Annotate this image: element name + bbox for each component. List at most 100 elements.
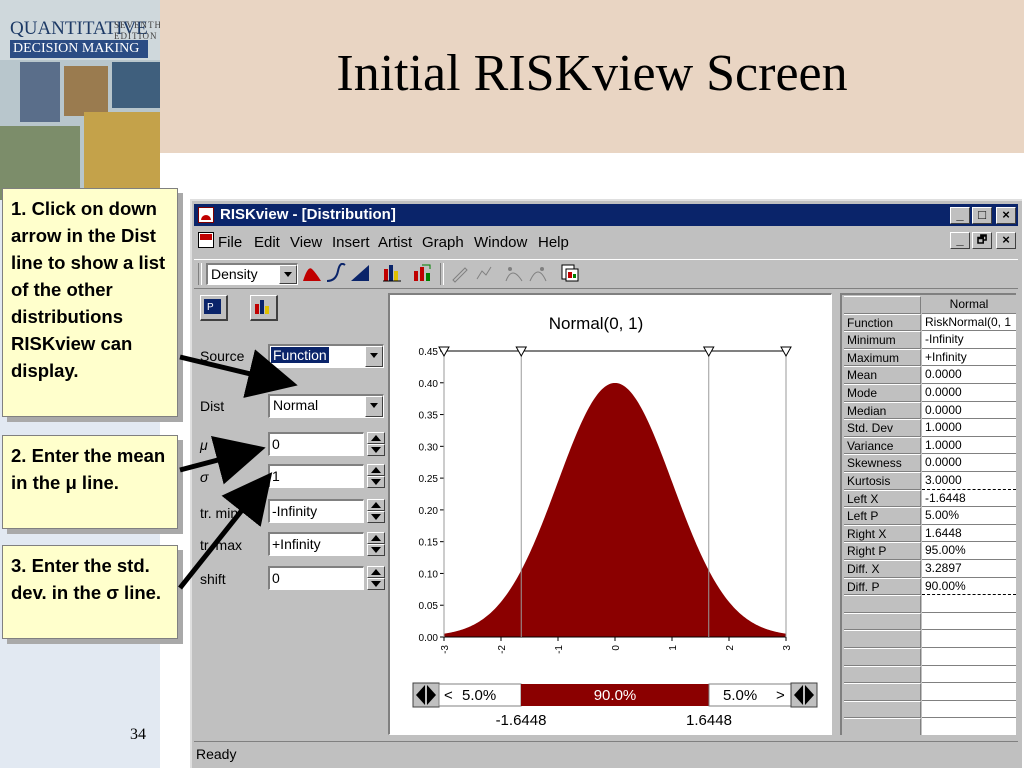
stats-row-value[interactable]: 95.00% [922, 542, 1016, 560]
distribution-chart[interactable]: Normal(0, 1) 0.00 0.05 0.10 0.15 0.20 0.25 0.3… [390, 295, 830, 733]
maximize-button[interactable]: □ [972, 207, 992, 224]
stats-empty-row [844, 700, 1016, 719]
stats-column-header[interactable]: Normal [922, 296, 1016, 314]
spin-up-icon[interactable] [367, 532, 385, 544]
spin-down-icon[interactable] [367, 444, 385, 456]
mu-spinner[interactable] [367, 432, 385, 456]
stats-row-value[interactable]: 5.00% [922, 507, 1016, 525]
chevron-down-icon[interactable] [365, 396, 383, 417]
copy-to-excel-icon[interactable] [560, 263, 580, 283]
parameter-panel: P Source Function Dist Normal μ 0 σ 1 tr… [194, 291, 385, 751]
spin-up-icon[interactable] [367, 464, 385, 476]
overlay-chart-icon[interactable] [412, 263, 432, 283]
spin-down-icon[interactable] [367, 511, 385, 523]
mu-label: μ [200, 437, 208, 453]
stats-row-value[interactable]: 0.0000 [922, 366, 1016, 384]
stats-row-value[interactable]: 1.0000 [922, 419, 1016, 437]
stats-row-value[interactable] [922, 700, 1016, 719]
stats-empty-row [844, 683, 1016, 701]
menu-view[interactable]: View [290, 234, 322, 251]
trmin-input[interactable]: -Infinity [268, 499, 364, 523]
dist-dropdown[interactable]: Normal [268, 394, 384, 418]
stats-row-value[interactable]: +Infinity [922, 348, 1016, 367]
fit-distribution-icon[interactable] [504, 263, 524, 283]
stats-row: Left P 5.00% [844, 507, 1016, 525]
y-tick-label: 0.15 [419, 538, 439, 549]
menu-insert[interactable]: Insert [332, 234, 370, 251]
doc-close-button[interactable]: × [996, 232, 1016, 249]
menu-graph[interactable]: Graph [422, 234, 464, 251]
stats-header-row: Normal [844, 296, 1016, 314]
probability-button[interactable]: P [200, 295, 228, 321]
stats-row: Diff. P 90.00% [844, 577, 1016, 596]
document-icon[interactable] [198, 232, 214, 248]
shift-spinner[interactable] [367, 566, 385, 590]
doc-minimize-button[interactable]: _ [950, 232, 970, 249]
minimize-button[interactable]: _ [950, 207, 970, 224]
title-bar[interactable]: RISKview - [Distribution] _ □ × [194, 204, 1018, 226]
artist-points-icon[interactable] [474, 263, 494, 283]
stats-row-value[interactable]: -Infinity [922, 331, 1016, 349]
callout-step-2: 2. Enter the mean in the μ line. [2, 435, 178, 529]
spin-down-icon[interactable] [367, 578, 385, 590]
stats-row-value[interactable] [922, 718, 1016, 735]
stats-row-value[interactable]: 0.0000 [922, 384, 1016, 402]
bar-chart-icon[interactable] [382, 263, 402, 283]
stats-row-value[interactable] [922, 612, 1016, 631]
menu-help[interactable]: Help [538, 234, 569, 251]
menu-artist[interactable]: Artist [378, 234, 412, 251]
stats-row-label [844, 665, 921, 684]
chevron-down-icon[interactable] [365, 346, 383, 367]
stats-row-value[interactable] [922, 630, 1016, 648]
spin-down-icon[interactable] [367, 476, 385, 488]
chevron-down-icon[interactable] [279, 265, 297, 284]
view-mode-dropdown[interactable]: Density [206, 263, 298, 285]
right-x-value: 1.6448 [686, 712, 732, 729]
source-label: Source [200, 348, 245, 364]
artist-pencil-icon[interactable] [450, 263, 470, 283]
spin-down-icon[interactable] [367, 544, 385, 556]
toolbar: Density [194, 259, 1018, 289]
stats-row-value[interactable]: 0.0000 [922, 401, 1016, 420]
y-tick-label: 0.00 [419, 633, 439, 644]
shift-input[interactable]: 0 [268, 566, 364, 590]
cumulative-area-icon[interactable] [350, 263, 370, 283]
close-button[interactable]: × [996, 207, 1016, 224]
stats-row-value[interactable] [922, 683, 1016, 701]
sigma-input[interactable]: 1 [268, 464, 364, 488]
menu-edit[interactable]: Edit [254, 234, 280, 251]
chart-button[interactable] [250, 295, 278, 321]
stats-row-value[interactable]: 3.2897 [922, 560, 1016, 578]
trmax-spinner[interactable] [367, 532, 385, 556]
sigma-spinner[interactable] [367, 464, 385, 488]
stats-row-label: Function [844, 313, 921, 332]
stats-row-value[interactable]: -1.6448 [922, 489, 1016, 508]
trmin-value: -Infinity [272, 503, 318, 519]
stats-row-label: Kurtosis [844, 472, 921, 490]
stats-row-value[interactable]: 3.0000 [922, 472, 1016, 490]
source-dropdown[interactable]: Function [268, 344, 384, 368]
spin-up-icon[interactable] [367, 566, 385, 578]
spin-up-icon[interactable] [367, 499, 385, 511]
stats-row-label: Right P [844, 542, 921, 560]
compare-fit-icon[interactable] [528, 263, 548, 283]
probability-bar[interactable]: < 5.0% 90.0% 5.0% > -1.6448 1.6448 [412, 682, 818, 729]
stats-row-value[interactable] [922, 648, 1016, 666]
stats-row-value[interactable]: 1.0000 [922, 436, 1016, 455]
density-graph-icon[interactable] [302, 263, 322, 283]
menu-file[interactable]: File [218, 234, 242, 251]
stats-row-value[interactable]: 1.6448 [922, 524, 1016, 543]
stats-row-value[interactable]: 0.0000 [922, 454, 1016, 472]
trmin-spinner[interactable] [367, 499, 385, 523]
menu-window[interactable]: Window [474, 234, 527, 251]
stats-row-value[interactable] [922, 595, 1016, 613]
stats-row-value[interactable]: 90.00% [922, 577, 1016, 596]
stats-row-value[interactable] [922, 665, 1016, 684]
app-icon[interactable] [198, 207, 214, 223]
spin-up-icon[interactable] [367, 432, 385, 444]
stats-row-value[interactable]: RiskNormal(0, 1 [922, 313, 1016, 332]
cumulative-line-icon[interactable] [326, 263, 346, 283]
doc-restore-button[interactable]: 🗗 [972, 232, 992, 249]
mu-input[interactable]: 0 [268, 432, 364, 456]
trmax-input[interactable]: +Infinity [268, 532, 364, 556]
